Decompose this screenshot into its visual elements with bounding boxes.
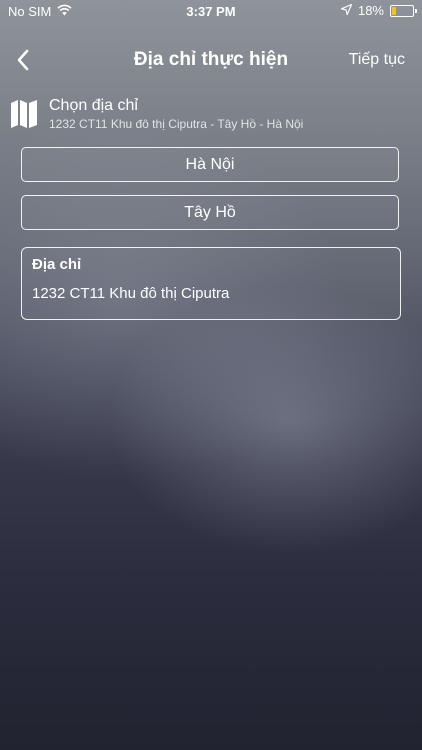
location-arrow-icon [340,3,353,18]
battery-icon [390,4,417,17]
district-value: Tây Hồ [184,203,236,221]
address-field[interactable]: Địa chỉ 1232 CT11 Khu đô thị Ciputra [21,247,401,320]
city-value: Hà Nội [185,155,235,173]
continue-button[interactable]: Tiếp tục [349,51,405,69]
address-label: Địa chỉ [32,256,82,273]
choose-address-title: Chọn địa chỉ [49,97,138,114]
status-right: 18% [340,3,417,18]
district-select[interactable]: Tây Hồ [21,195,399,230]
city-select[interactable]: Hà Nội [21,147,399,182]
address-input[interactable]: 1232 CT11 Khu đô thị Ciputra [32,285,229,302]
battery-fill [392,6,396,15]
map-icon [10,99,38,129]
battery-percent: 18% [357,3,384,18]
choose-address-summary: 1232 CT11 Khu đô thị Ciputra - Tây Hồ - … [49,117,304,131]
choose-address-row[interactable]: Chọn địa chỉ 1232 CT11 Khu đô thị Ciputr… [10,95,410,133]
navigation-bar: Địa chỉ thực hiện Tiếp tục [0,40,422,80]
status-bar: No SIM 3:37 PM 18% [0,0,422,24]
